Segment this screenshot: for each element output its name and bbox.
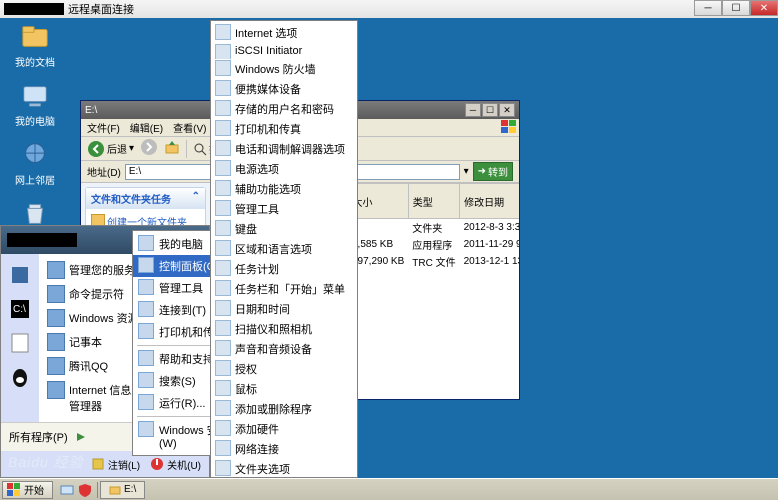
control-panel-item[interactable]: 鼠标 xyxy=(211,379,357,399)
control-panel-item[interactable]: 便携媒体设备 xyxy=(211,79,357,99)
explorer-title-text: E:\ xyxy=(85,105,97,116)
icon-label: 我的文档 xyxy=(15,54,55,69)
control-panel-item[interactable]: 键盘 xyxy=(211,219,357,239)
address-label: 地址(D) xyxy=(87,164,121,179)
menu-view[interactable]: 查看(V) xyxy=(173,120,206,135)
windows-flag-icon xyxy=(7,483,21,497)
desktop-icon-computer[interactable]: 我的电脑 xyxy=(6,81,64,128)
go-button[interactable]: ➜ 转到 xyxy=(473,162,513,181)
control-panel-item[interactable]: 任务栏和「开始」菜单 xyxy=(211,279,357,299)
control-panel-item[interactable]: 区域和语言选项 xyxy=(211,239,357,259)
taskbar: 开始 E:\ xyxy=(0,478,778,500)
collapse-icon[interactable]: ⌃ xyxy=(192,191,200,206)
control-panel-item[interactable]: 日期和时间 xyxy=(211,299,357,319)
control-panel-item[interactable]: 电源选项 xyxy=(211,159,357,179)
qq-icon xyxy=(7,364,33,390)
menu-edit[interactable]: 编辑(E) xyxy=(130,120,163,135)
desktop-icon-documents[interactable]: 我的文档 xyxy=(6,22,64,69)
control-panel-item[interactable]: 网络连接 xyxy=(211,439,357,459)
control-panel-item[interactable]: 辅助功能选项 xyxy=(211,179,357,199)
control-panel-item[interactable]: Internet 选项 xyxy=(211,23,357,43)
control-panel-item[interactable]: 存储的用户名和密码 xyxy=(211,99,357,119)
minimize-button[interactable]: ─ xyxy=(694,0,722,16)
ql-security-icon[interactable] xyxy=(77,482,93,498)
forward-button[interactable] xyxy=(140,138,158,159)
control-panel-item[interactable]: 打印机和传真 xyxy=(211,119,357,139)
quick-launch xyxy=(55,482,98,498)
remote-desktop: 我的文档 我的电脑 网上邻居 回收站 Internet Explorer E:\… xyxy=(0,18,778,500)
address-dropdown[interactable]: ▾ xyxy=(464,166,469,177)
close-button[interactable]: ✕ xyxy=(750,0,778,16)
notepad-icon xyxy=(7,330,33,356)
control-panel-item[interactable]: 管理工具 xyxy=(211,199,357,219)
control-panel-submenu: Internet 选项iSCSI InitiatorWindows 防火墙便携媒… xyxy=(210,20,358,478)
control-panel-item[interactable]: iSCSI Initiator xyxy=(211,43,357,59)
shutdown-button[interactable]: 关机(U) xyxy=(150,457,201,472)
back-button[interactable]: 后退 ▾ xyxy=(87,140,134,158)
cmd-icon: C:\ xyxy=(7,296,33,322)
taskbar-item-explorer[interactable]: E:\ xyxy=(100,481,145,499)
window-controls: ─ ☐ ✕ xyxy=(694,0,778,16)
col-date[interactable]: 修改日期 xyxy=(460,184,519,219)
control-panel-item[interactable]: Windows 防火墙 xyxy=(211,59,357,79)
explorer-maximize[interactable]: ☐ xyxy=(482,103,498,117)
col-type[interactable]: 类型 xyxy=(408,184,459,219)
start-button[interactable]: 开始 xyxy=(2,481,53,499)
explorer-minimize[interactable]: ─ xyxy=(465,103,481,117)
svg-text:C:\: C:\ xyxy=(13,304,26,315)
start-left-strip: C:\ xyxy=(1,254,39,422)
host-titlebar: 远程桌面连接 ─ ☐ ✕ xyxy=(0,0,778,18)
windows-flag-icon xyxy=(501,120,517,137)
logoff-button[interactable]: 注销(L) xyxy=(91,457,140,472)
watermark: Baidu 经验 xyxy=(8,452,84,472)
icon-label: 网上邻居 xyxy=(15,172,55,187)
server-icon xyxy=(7,262,33,288)
menu-file[interactable]: 文件(F) xyxy=(87,120,120,135)
up-button[interactable] xyxy=(164,139,180,158)
desktop-icon-network[interactable]: 网上邻居 xyxy=(6,140,64,187)
explorer-close[interactable]: ✕ xyxy=(499,103,515,117)
control-panel-item[interactable]: 任务计划 xyxy=(211,259,357,279)
taskbox-title: 文件和文件夹任务 xyxy=(91,191,171,206)
icon-label: 我的电脑 xyxy=(15,113,55,128)
control-panel-item[interactable]: 电话和调制解调器选项 xyxy=(211,139,357,159)
control-panel-item[interactable]: 添加硬件 xyxy=(211,419,357,439)
control-panel-item[interactable]: 声音和音频设备 xyxy=(211,339,357,359)
maximize-button[interactable]: ☐ xyxy=(722,0,750,16)
host-title: 远程桌面连接 xyxy=(68,1,134,17)
ql-desktop-icon[interactable] xyxy=(59,482,75,498)
control-panel-item[interactable]: 添加或删除程序 xyxy=(211,399,357,419)
blackout xyxy=(4,3,64,15)
control-panel-item[interactable]: 扫描仪和照相机 xyxy=(211,319,357,339)
control-panel-item[interactable]: 授权 xyxy=(211,359,357,379)
control-panel-item[interactable]: 文件夹选项 xyxy=(211,459,357,478)
